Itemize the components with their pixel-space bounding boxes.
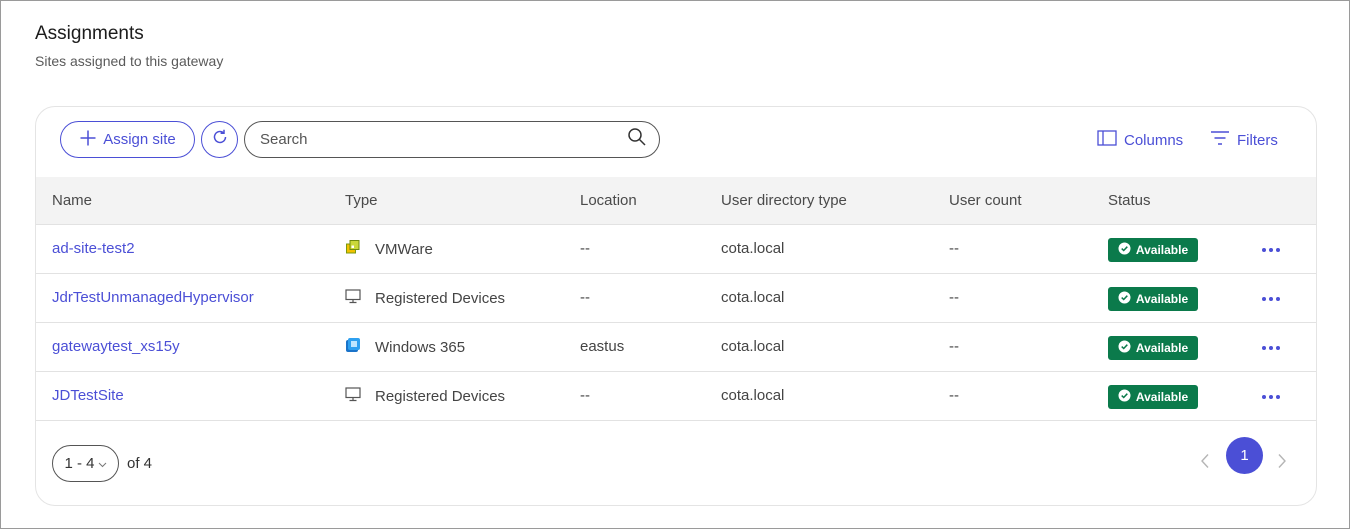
table-header: Name Type Location User directory type U… (36, 177, 1316, 225)
directory-type-cell: cota.local (721, 240, 785, 257)
user-count-cell: -- (949, 289, 959, 306)
total-count-label: of 4 (127, 455, 153, 472)
previous-page-button[interactable] (1193, 445, 1217, 481)
check-circle-icon (1118, 340, 1131, 356)
column-header-type[interactable]: Type (345, 192, 378, 209)
check-circle-icon (1118, 389, 1131, 405)
filter-icon (1210, 129, 1230, 151)
column-header-location[interactable]: Location (580, 192, 637, 209)
site-name-link[interactable]: gatewaytest_xs15y (52, 338, 180, 355)
row-actions-button[interactable] (1258, 288, 1284, 308)
chevron-left-icon (1200, 453, 1210, 474)
monitor-icon (345, 386, 361, 406)
table-row: JDTestSite Registered Devices -- cota.lo… (36, 372, 1316, 421)
status-badge: Available (1108, 385, 1198, 409)
directory-type-cell: cota.local (721, 338, 785, 355)
status-label: Available (1135, 341, 1189, 355)
row-actions-button[interactable] (1258, 337, 1284, 357)
more-options-icon (1261, 338, 1281, 356)
site-name-link[interactable]: JDTestSite (52, 387, 124, 404)
vmware-icon (345, 239, 361, 259)
assign-site-label: Assign site (103, 131, 176, 148)
page-size-select[interactable]: 1 - 4 (52, 445, 119, 482)
page-title: Assignments (35, 23, 144, 44)
assign-site-button[interactable]: Assign site (60, 121, 195, 158)
type-label: VMWare (375, 240, 433, 258)
check-circle-icon (1118, 291, 1131, 307)
windows365-icon (345, 337, 361, 357)
more-options-icon (1261, 289, 1281, 307)
location-cell: -- (580, 240, 590, 257)
type-label: Registered Devices (375, 289, 506, 307)
assignments-card: Assign site Columns Filters (35, 106, 1317, 506)
columns-label: Columns (1124, 131, 1184, 149)
column-header-directory-type[interactable]: User directory type (721, 192, 847, 209)
row-actions-button[interactable] (1258, 386, 1284, 406)
page-range-label: 1 - 4 (64, 455, 95, 472)
chevron-right-icon (1277, 453, 1287, 474)
columns-icon (1097, 129, 1117, 151)
type-cell: Registered Devices (345, 386, 505, 406)
status-label: Available (1135, 243, 1189, 257)
plus-icon (79, 129, 97, 151)
column-header-user-count[interactable]: User count (949, 192, 1022, 209)
check-circle-icon (1118, 242, 1131, 258)
user-count-cell: -- (949, 387, 959, 404)
location-cell: -- (580, 289, 590, 306)
row-actions-button[interactable] (1258, 239, 1284, 259)
monitor-icon (345, 288, 361, 308)
type-label: Windows 365 (375, 338, 466, 356)
more-options-icon (1261, 240, 1281, 258)
user-count-cell: -- (949, 240, 959, 257)
column-header-status[interactable]: Status (1108, 192, 1151, 209)
directory-type-cell: cota.local (721, 387, 785, 404)
refresh-button[interactable] (201, 121, 238, 158)
type-cell: Registered Devices (345, 288, 505, 308)
type-cell: Windows 365 (345, 337, 465, 357)
site-name-link[interactable]: JdrTestUnmanagedHypervisor (52, 289, 254, 306)
assignments-panel: Assignments Sites assigned to this gatew… (0, 0, 1350, 529)
filters-label: Filters (1237, 131, 1278, 149)
directory-type-cell: cota.local (721, 289, 785, 306)
column-header-name[interactable]: Name (52, 192, 92, 209)
table-row: ad-site-test2 VMWare -- cota.local -- Av… (36, 225, 1316, 274)
chevron-down-icon (98, 455, 107, 472)
more-options-icon (1261, 387, 1281, 405)
status-label: Available (1135, 390, 1189, 404)
user-count-cell: -- (949, 338, 959, 355)
location-cell: -- (580, 387, 590, 404)
status-badge: Available (1108, 336, 1198, 360)
page-subtitle: Sites assigned to this gateway (35, 53, 224, 69)
next-page-button[interactable] (1270, 445, 1294, 481)
type-cell: VMWare (345, 239, 433, 259)
search-icon[interactable] (627, 127, 647, 152)
status-badge: Available (1108, 287, 1198, 311)
page-button-current[interactable]: 1 (1226, 437, 1263, 474)
table-row: JdrTestUnmanagedHypervisor Registered De… (36, 274, 1316, 323)
type-label: Registered Devices (375, 387, 506, 405)
refresh-icon (211, 128, 229, 151)
site-name-link[interactable]: ad-site-test2 (52, 240, 135, 257)
search-box (244, 121, 660, 158)
columns-button[interactable]: Columns (1097, 129, 1183, 151)
search-input[interactable] (260, 131, 627, 148)
location-cell: eastus (580, 338, 625, 355)
table-row: gatewaytest_xs15y Windows 365 eastus cot… (36, 323, 1316, 372)
status-badge: Available (1108, 238, 1198, 262)
status-label: Available (1135, 292, 1189, 306)
filters-button[interactable]: Filters (1210, 129, 1278, 151)
